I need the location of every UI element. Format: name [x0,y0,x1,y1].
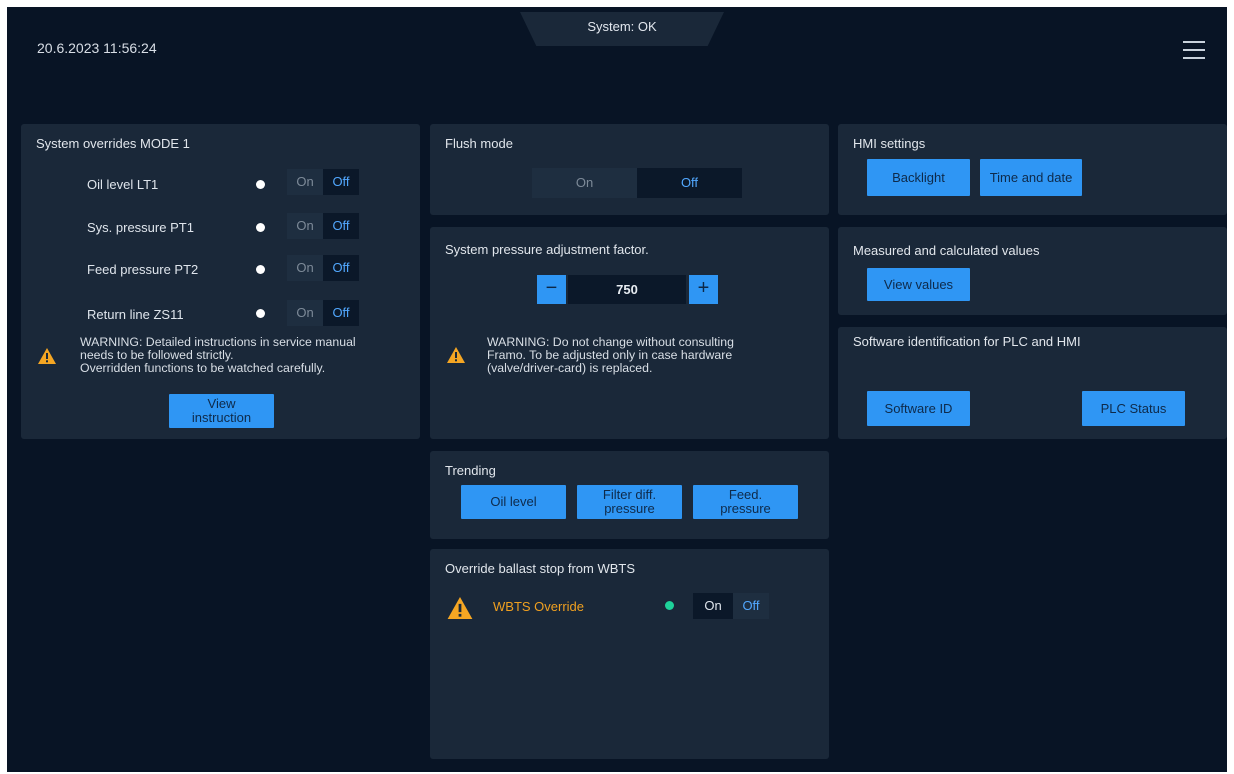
pressure-adjustment-panel: System pressure adjustment factor. − 750… [430,227,829,439]
filter-diff-pressure-trend-button[interactable]: Filter diff. pressure [577,485,682,519]
toggle-off[interactable]: Off [323,213,359,239]
sys-pressure-toggle[interactable]: On Off [287,213,359,239]
button-line: View [207,396,236,411]
override-label-oil-level: Oil level LT1 [87,177,159,192]
button-line: pressure [720,501,771,516]
ballast-override-panel: Override ballast stop from WBTS WBTS Ove… [430,549,829,759]
system-status-tab[interactable]: System: OK [520,12,724,46]
oil-level-trend-button[interactable]: Oil level [461,485,566,519]
override-label-sys-pressure: Sys. pressure PT1 [87,220,194,235]
view-values-button[interactable]: View values [867,268,970,301]
panel-title: HMI settings [853,136,926,151]
status-dot [665,601,674,610]
warning-icon [38,348,56,364]
trending-panel: Trending Oil level Filter diff. pressure… [430,451,829,539]
panel-title: System overrides MODE 1 [36,136,190,151]
datetime: 20.6.2023 11:56:24 [37,40,157,56]
status-dot [256,265,265,274]
system-overrides-panel: System overrides MODE 1 Oil level LT1 On… [21,124,420,439]
warning-icon [447,347,465,363]
override-label-feed-pressure: Feed pressure PT2 [87,262,199,277]
button-line: pressure [604,501,655,516]
status-dot [256,309,265,318]
button-label: Oil level [490,494,537,509]
overrides-warning: WARNING: Detailed instructions in servic… [80,336,356,375]
toggle-on[interactable]: On [693,593,733,619]
backlight-button[interactable]: Backlight [867,159,970,196]
oil-level-toggle[interactable]: On Off [287,169,359,195]
feed-pressure-toggle[interactable]: On Off [287,255,359,281]
pressure-factor-value[interactable]: 750 [568,275,686,304]
override-label-return-line: Return line ZS11 [87,307,184,322]
hamburger-menu-icon[interactable] [1183,40,1205,60]
increment-button[interactable]: + [689,275,718,304]
hmi-settings-panel: HMI settings Backlight Time and date [838,124,1227,215]
software-id-button[interactable]: Software ID [867,391,970,426]
button-line: Feed. [728,487,763,502]
measured-values-panel: Measured and calculated values View valu… [838,227,1227,315]
toggle-off[interactable]: Off [323,255,359,281]
warning-line: Overridden functions to be watched caref… [80,361,326,375]
panel-title: Measured and calculated values [853,243,1040,258]
toggle-off[interactable]: Off [323,169,359,195]
toggle-on[interactable]: On [287,255,323,281]
warning-icon [447,597,473,619]
panel-title: Software identification for PLC and HMI [853,334,1081,349]
pressure-warning: WARNING: Do not change without consultin… [487,336,734,375]
panel-title: Flush mode [445,136,513,151]
feed-pressure-trend-button[interactable]: Feed. pressure [693,485,798,519]
button-line: Filter diff. [602,487,657,502]
panel-title: Trending [445,463,496,478]
toggle-off[interactable]: Off [637,168,742,198]
software-identification-panel: Software identification for PLC and HMI … [838,327,1227,439]
time-and-date-button[interactable]: Time and date [980,159,1082,196]
toggle-on[interactable]: On [287,300,323,326]
wbts-override-toggle[interactable]: On Off [693,593,769,619]
toggle-on[interactable]: On [532,168,637,198]
panel-title: Override ballast stop from WBTS [445,561,635,576]
wbts-override-label: WBTS Override [493,599,585,614]
toggle-off[interactable]: Off [323,300,359,326]
toggle-on[interactable]: On [287,213,323,239]
panel-title: System pressure adjustment factor. [445,242,649,257]
status-dot [256,180,265,189]
flush-mode-toggle[interactable]: On Off [532,168,742,198]
decrement-button[interactable]: − [537,275,566,304]
warning-line: (valve/driver-card) is replaced. [487,361,653,375]
toggle-on[interactable]: On [287,169,323,195]
toggle-off[interactable]: Off [733,593,769,619]
status-dot [256,223,265,232]
button-line: instruction [191,410,252,425]
flush-mode-panel: Flush mode On Off [430,124,829,215]
view-instruction-button[interactable]: View instruction [169,394,274,428]
plc-status-button[interactable]: PLC Status [1082,391,1185,426]
return-line-toggle[interactable]: On Off [287,300,359,326]
